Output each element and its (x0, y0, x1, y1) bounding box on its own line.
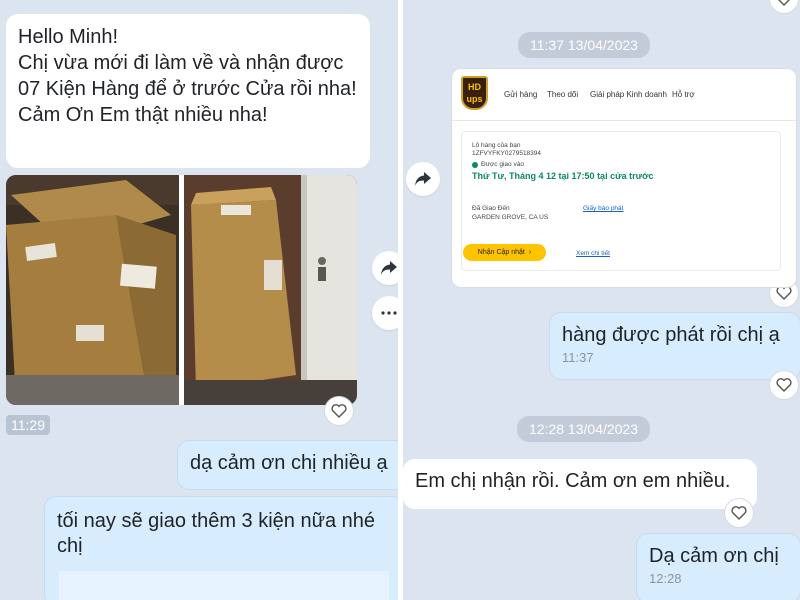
message-text: Hello Minh! Chị vừa mới đi làm về và nhậ… (18, 26, 357, 126)
ups-nav-item: Giải pháp Kinh doanh (590, 90, 667, 99)
destination-label: Đã Giao Đến (472, 205, 510, 212)
tracking-label: Lô hàng của bạn (472, 142, 521, 149)
incoming-message-bubble[interactable]: Hello Minh! Chị vừa mới đi làm về và nhậ… (6, 14, 370, 168)
outgoing-message-bubble[interactable]: Dạ cảm ơn chị 12:28 (636, 533, 800, 600)
date-separator: 12:28 13/04/2023 (517, 416, 650, 442)
tracking-number: 1ZFVYFKY0279518394 (472, 150, 542, 157)
message-text: tối nay sẽ giao thêm 3 kiện nữa nhé chị (57, 510, 376, 557)
destination-value: GARDEN GROVE, CA US (472, 214, 549, 221)
outgoing-message-bubble[interactable]: dạ cảm ơn chị nhiều ạ (177, 440, 398, 490)
message-timestamp: 11:37 (562, 350, 594, 365)
ups-nav-item: Theo dõi (547, 90, 579, 99)
ups-logo-line1: HD (468, 82, 481, 92)
check-icon (472, 162, 478, 168)
forward-arrow-icon[interactable] (406, 162, 440, 196)
ups-logo-line2: ups (466, 94, 483, 104)
incoming-message-bubble[interactable]: Em chị nhận rồi. Cảm ơn em nhiều. (403, 459, 757, 509)
photo-separator (179, 175, 184, 405)
ups-logo: HD ups (461, 76, 488, 110)
proof-of-delivery-link[interactable]: Giấy báo phát (583, 205, 623, 212)
photo-album[interactable] (6, 175, 357, 405)
chat-pane-left: Hello Minh! Chị vừa mới đi làm về và nhậ… (0, 0, 398, 600)
heart-icon[interactable] (769, 370, 799, 400)
ups-nav-item: Hỗ trợ (672, 90, 695, 99)
chevron-right-icon: › (528, 249, 532, 256)
ups-nav-bar: HD ups Gửi hàng Theo dõi Giải pháp Kinh … (452, 69, 796, 121)
outgoing-message-bubble[interactable]: tối nay sẽ giao thêm 3 kiện nữa nhé chị (44, 496, 398, 600)
view-details-link[interactable]: Xem chi tiết (576, 250, 610, 257)
message-timestamp: 12:28 (649, 571, 682, 586)
ups-nav-item: Gửi hàng (504, 90, 538, 99)
delivery-status: Thứ Tư, Tháng 4 12 tại 17:50 tại cửa trư… (472, 171, 654, 181)
message-text: Em chị nhận rồi. Cảm ơn em nhiều. (415, 470, 731, 492)
photo-timestamp: 11:29 (6, 415, 50, 435)
get-updates-button[interactable]: Nhận Cập nhật › (463, 244, 546, 261)
more-dots-icon[interactable] (372, 296, 398, 330)
heart-icon[interactable] (724, 498, 754, 528)
delivered-label: Được giao vào (481, 161, 524, 168)
message-preview-placeholder (59, 571, 389, 600)
outgoing-message-bubble[interactable]: hàng được phát rồi chị ạ 11:37 (549, 312, 800, 380)
get-updates-label: Nhận Cập nhật (477, 249, 525, 256)
message-text: hàng được phát rồi chị ạ (562, 324, 780, 346)
date-separator: 11:37 13/04/2023 (518, 32, 650, 58)
forward-arrow-icon[interactable] (372, 251, 398, 285)
heart-icon[interactable] (769, 0, 799, 14)
ups-tracking-screenshot[interactable]: HD ups Gửi hàng Theo dõi Giải pháp Kinh … (451, 68, 797, 288)
message-text: Dạ cảm ơn chị (649, 545, 779, 567)
message-text: dạ cảm ơn chị nhiều ạ (190, 452, 388, 474)
heart-icon[interactable] (324, 396, 354, 426)
